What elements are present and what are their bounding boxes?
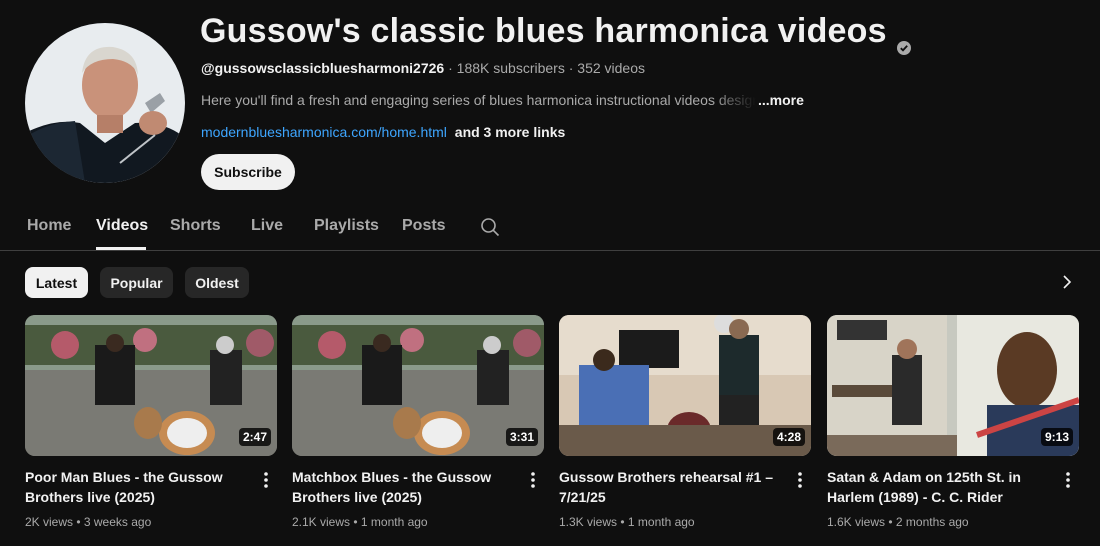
video-meta: 2K views • 3 weeks ago [25,515,152,529]
more-options-icon[interactable] [797,471,803,489]
more-options-icon[interactable] [530,471,536,489]
chip-latest[interactable]: Latest [25,267,88,298]
video-title[interactable]: Poor Man Blues - the Gussow Brothers liv… [25,467,250,507]
chip-oldest[interactable]: Oldest [185,267,249,298]
channel-title: Gussow's classic blues harmonica videos [200,12,911,55]
subscribe-button[interactable]: Subscribe [201,154,295,190]
tab-shorts[interactable]: Shorts [170,217,221,235]
meta-separator: · [564,60,578,76]
video-title[interactable]: Gussow Brothers rehearsal #1 – 7/21/25 [559,467,784,507]
search-icon[interactable] [480,217,500,237]
video-card[interactable]: 4:28 Gussow Brothers rehearsal #1 – 7/21… [559,315,811,529]
video-thumbnail[interactable]: 3:31 [292,315,544,456]
video-count: 352 videos [577,60,645,76]
channel-handle: @gussowsclassicbluesharmoni2726 [201,60,445,76]
video-meta: 1.6K views • 2 months ago [827,515,969,529]
video-card[interactable]: 3:31 Matchbox Blues - the Gussow Brother… [292,315,544,529]
description-more-button[interactable]: ...more [758,92,804,108]
video-thumbnail[interactable]: 4:28 [559,315,811,456]
verified-icon [896,25,911,55]
tab-home[interactable]: Home [27,217,71,235]
video-meta: 1.3K views • 1 month ago [559,515,695,529]
tab-posts[interactable]: Posts [402,217,446,235]
tab-videos[interactable]: Videos [96,217,148,235]
channel-tabs: Home Videos Shorts Live Playlists Posts [0,200,1100,251]
video-duration: 2:47 [238,428,271,446]
tab-live[interactable]: Live [251,217,283,235]
channel-links: modernbluesharmonica.com/home.html and 3… [201,124,565,140]
video-meta: 2.1K views • 1 month ago [292,515,428,529]
subscriber-count: 188K subscribers [456,60,565,76]
video-thumbnail[interactable]: 9:13 [827,315,1079,456]
channel-title-text: Gussow's classic blues harmonica videos [200,12,887,50]
channel-avatar[interactable] [25,23,185,183]
active-tab-indicator [96,247,146,250]
video-title[interactable]: Satan & Adam on 125th St. in Harlem (198… [827,467,1052,507]
video-card[interactable]: 9:13 Satan & Adam on 125th St. in Harlem… [827,315,1079,529]
more-links-button[interactable]: and 3 more links [455,124,565,140]
chip-popular[interactable]: Popular [100,267,173,298]
tab-playlists[interactable]: Playlists [314,217,379,235]
channel-link[interactable]: modernbluesharmonica.com/home.html [201,124,447,140]
channel-meta: @gussowsclassicbluesharmoni2726 · 188K s… [201,60,645,76]
video-thumbnail[interactable]: 2:47 [25,315,277,456]
video-duration: 9:13 [1040,428,1073,446]
video-title[interactable]: Matchbox Blues - the Gussow Brothers liv… [292,467,517,507]
description-text: Here you'll find a fresh and engaging se… [201,92,756,108]
more-options-icon[interactable] [263,471,269,489]
chevron-right-icon[interactable] [1058,273,1076,291]
more-options-icon[interactable] [1065,471,1071,489]
video-duration: 3:31 [505,428,538,446]
channel-description[interactable]: Here you'll find a fresh and engaging se… [201,92,804,108]
meta-separator: · [444,60,457,76]
video-card[interactable]: 2:47 Poor Man Blues - the Gussow Brother… [25,315,277,529]
video-duration: 4:28 [772,428,805,446]
